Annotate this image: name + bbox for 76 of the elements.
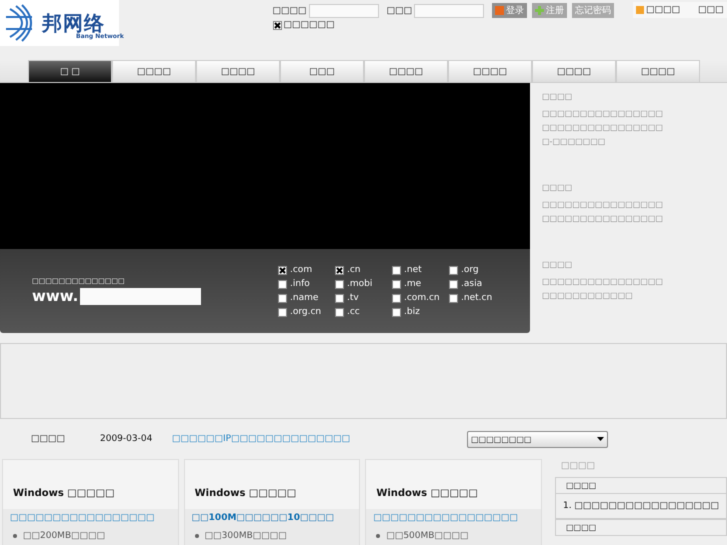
bullet-icon — [194, 534, 199, 538]
category-select[interactable]: □□□□□□□□ — [467, 430, 608, 448]
password-label: □□□ — [386, 6, 412, 16]
extension-option[interactable]: .net — [392, 265, 449, 275]
news-link[interactable]: □□□□□□IP□□□□□□□□□□□□□□ — [172, 434, 467, 444]
feature-text: □□□□□□□□□□□□□□□□□□□□□□□□□□□□□□□□□-□□□□□□□ — [542, 108, 664, 148]
plus-icon — [535, 6, 544, 15]
extension-option[interactable]: .me — [392, 279, 449, 289]
card-link[interactable]: □□□□□□□□□□□□□□□□□ — [3, 509, 178, 527]
card-link[interactable]: □□100M□□□□□□10□□□□ — [184, 509, 360, 527]
extension-checkbox[interactable] — [392, 266, 401, 274]
bullet-icon — [376, 534, 380, 538]
extension-option[interactable]: .mobi — [335, 279, 392, 289]
sidebar-heading: □□□□ — [554, 519, 727, 536]
bullet-icon — [13, 534, 17, 538]
www-prefix: www. — [32, 287, 78, 305]
extension-option[interactable]: .com.cn — [392, 293, 449, 303]
extension-checkbox[interactable] — [335, 294, 344, 302]
username-field[interactable] — [308, 4, 379, 18]
domain-field[interactable] — [80, 288, 202, 304]
remember-label: □□□□□□ — [284, 20, 335, 30]
extension-checkbox[interactable] — [278, 280, 287, 288]
extension-checkbox[interactable] — [392, 308, 401, 316]
news-date: 2009-03-04 — [100, 434, 154, 444]
card-title: Windows □□□□□ — [376, 488, 478, 499]
feature-title: □□□□ — [542, 260, 574, 269]
extension-option[interactable]: .tv — [335, 293, 392, 303]
extension-option[interactable]: .asia — [449, 279, 506, 289]
nav-tab[interactable]: □□□□ — [532, 60, 616, 82]
extension-option[interactable]: .com — [278, 265, 335, 275]
nav-tab[interactable]: □□□□ — [364, 60, 448, 82]
extension-option[interactable]: .cc — [335, 307, 392, 317]
dropdown-icon — [597, 437, 604, 441]
remember-checkbox[interactable] — [272, 20, 282, 30]
extension-option[interactable]: .biz — [392, 307, 449, 317]
card-bullet: □□500MB□□□□ — [386, 531, 468, 541]
top-link[interactable]: □□□□ — [636, 5, 680, 15]
card-link[interactable]: □□□□□□□□□□□□□□□□□ — [366, 509, 541, 527]
login-icon — [495, 6, 504, 15]
extension-checkbox[interactable] — [335, 266, 344, 274]
username-label: □□□□ — [272, 6, 307, 16]
extension-option[interactable]: .net.cn — [449, 293, 506, 303]
extension-checkbox[interactable] — [278, 294, 287, 302]
top-link[interactable]: □□□ — [698, 5, 724, 15]
password-field[interactable] — [414, 4, 484, 18]
nav-tab[interactable]: □ □ — [28, 60, 112, 82]
extension-checkbox[interactable] — [335, 308, 344, 316]
extension-checkbox[interactable] — [449, 280, 458, 288]
feature-title: □□□□ — [542, 183, 574, 192]
extension-checkbox[interactable] — [449, 266, 458, 274]
extension-option[interactable]: .org.cn — [278, 307, 335, 317]
nav-tab[interactable]: □□□□ — [616, 60, 700, 82]
sidebar-heading: □□□□ — [554, 477, 727, 494]
nav-tab[interactable]: □□□□ — [448, 60, 532, 82]
extension-option[interactable]: .cn — [335, 265, 392, 275]
card-bullet: □□300MB□□□□ — [204, 531, 287, 541]
extension-checkbox[interactable] — [449, 294, 458, 302]
feature-text: □□□□□□□□□□□□□□□□□□□□□□□□□□□□ — [542, 276, 664, 302]
card-title: Windows □□□□□ — [194, 488, 296, 499]
extension-checkbox[interactable] — [278, 308, 287, 316]
extension-option[interactable]: .org — [449, 265, 506, 275]
extension-checkbox[interactable] — [392, 280, 401, 288]
extension-option[interactable]: .info — [278, 279, 335, 289]
nav-tab[interactable]: □□□□ — [112, 60, 196, 82]
feature-title: □□□□ — [542, 92, 574, 101]
feature-text: □□□□□□□□□□□□□□□□□□□□□□□□□□□□□□□□ — [542, 199, 664, 225]
extension-checkbox[interactable] — [335, 280, 344, 288]
sidebar-title: □□□□ — [560, 460, 596, 473]
extension-checkbox[interactable] — [392, 294, 401, 302]
card-title: Windows □□□□□ — [13, 488, 115, 499]
nav-tab[interactable]: □□□ — [280, 60, 364, 82]
news-label: □□□□ — [31, 434, 66, 444]
nav-tab[interactable]: □□□□ — [196, 60, 280, 82]
card-bullet: □□200MB□□□□ — [23, 531, 106, 541]
extension-checkbox[interactable] — [278, 266, 287, 274]
extension-option[interactable]: .name — [278, 293, 335, 303]
